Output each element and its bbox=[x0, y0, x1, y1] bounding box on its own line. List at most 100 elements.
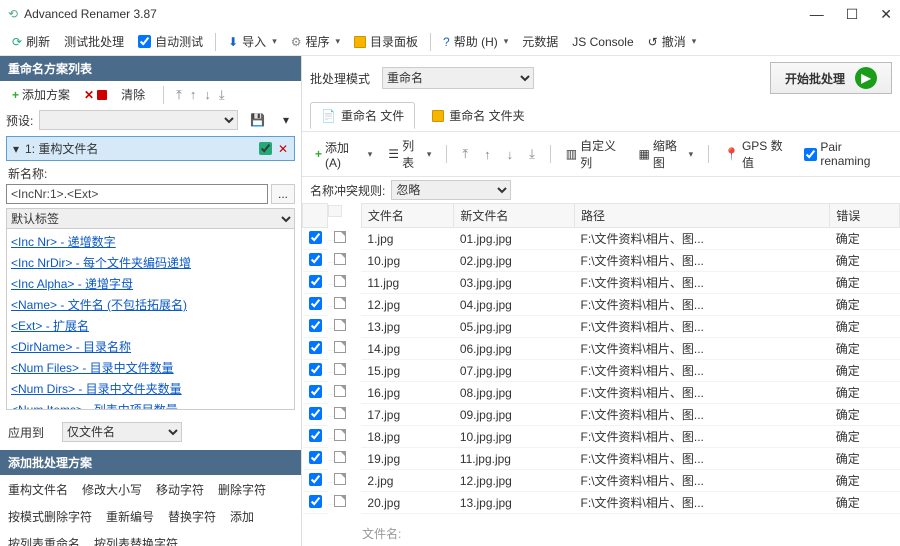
row-check[interactable] bbox=[309, 319, 322, 332]
row-check[interactable] bbox=[309, 341, 322, 354]
autotest-check[interactable] bbox=[138, 35, 151, 48]
newname-input[interactable] bbox=[6, 184, 268, 204]
row-check[interactable] bbox=[309, 231, 322, 244]
scheme-item[interactable]: 重新编号 bbox=[106, 508, 154, 525]
list-up-icon[interactable]: ↑ bbox=[479, 145, 496, 164]
table-row[interactable]: 12.jpg04.jpg.jpgF:\文件资料\相片、图...确定 bbox=[303, 294, 900, 316]
tag-link[interactable]: <Num Files> - 目录中文件数量 bbox=[11, 357, 290, 378]
program-button[interactable]: ⚙程序▾ bbox=[285, 31, 346, 52]
tab-folders[interactable]: 重命名 文件夹 bbox=[421, 102, 535, 129]
scheme-item[interactable]: 修改大小写 bbox=[82, 481, 142, 498]
table-row[interactable]: 19.jpg11.jpg.jpgF:\文件资料\相片、图...确定 bbox=[303, 448, 900, 470]
jsconsole-button[interactable]: JS Console bbox=[566, 33, 639, 51]
tag-link[interactable]: <Ext> - 扩展名 bbox=[11, 315, 290, 336]
columns-button[interactable]: ▥ 自定义列 bbox=[561, 135, 628, 173]
newname-browse-button[interactable]: ... bbox=[271, 184, 295, 204]
table-row[interactable]: 20.jpg13.jpg.jpgF:\文件资料\相片、图...确定 bbox=[303, 492, 900, 514]
tag-link[interactable]: <Inc Nr> - 递增数字 bbox=[11, 231, 290, 252]
meta-button[interactable]: 元数据 bbox=[516, 31, 564, 52]
move-up-icon[interactable]: ↑ bbox=[190, 87, 197, 102]
preset-save-icon[interactable]: 💾 bbox=[244, 111, 271, 129]
minimize-button[interactable]: — bbox=[810, 6, 824, 23]
row-check[interactable] bbox=[309, 473, 322, 486]
row-check[interactable] bbox=[309, 297, 322, 310]
col-path[interactable]: 路径 bbox=[575, 204, 830, 228]
tags-category-select[interactable]: 默认标签 bbox=[7, 209, 294, 229]
scheme-item[interactable]: 添加 bbox=[230, 508, 254, 525]
scheme-item[interactable]: 按列表替换字符 bbox=[94, 535, 178, 546]
row-check[interactable] bbox=[309, 451, 322, 464]
maximize-button[interactable]: ☐ bbox=[846, 6, 859, 23]
thumbs-button[interactable]: ▦ 缩略图▾ bbox=[634, 135, 699, 173]
undo-button[interactable]: ↺撤消▾ bbox=[642, 31, 703, 52]
method-enabled-check[interactable] bbox=[259, 142, 272, 155]
table-row[interactable]: 16.jpg08.jpg.jpgF:\文件资料\相片、图...确定 bbox=[303, 382, 900, 404]
table-row[interactable]: 10.jpg02.jpg.jpgF:\文件资料\相片、图...确定 bbox=[303, 250, 900, 272]
move-down-icon[interactable]: ↓ bbox=[204, 87, 211, 102]
preset-select[interactable] bbox=[39, 110, 238, 130]
scheme-item[interactable]: 替换字符 bbox=[168, 508, 216, 525]
gps-button[interactable]: 📍GPS 数值 bbox=[719, 135, 793, 173]
tag-link[interactable]: <DirName> - 目录名称 bbox=[11, 336, 290, 357]
app-icon: ⟲ bbox=[8, 7, 18, 21]
file-icon bbox=[334, 451, 346, 463]
close-button[interactable]: ✕ bbox=[880, 6, 892, 23]
add-method-button[interactable]: +添加方案 bbox=[6, 84, 76, 105]
start-batch-button[interactable]: 开始批处理 ▶ bbox=[770, 62, 892, 94]
pair-renaming-check[interactable]: Pair renaming bbox=[799, 138, 892, 170]
scheme-item[interactable]: 按列表重命名 bbox=[8, 535, 80, 546]
tag-link[interactable]: <Name> - 文件名 (不包括拓展名) bbox=[11, 294, 290, 315]
table-row[interactable]: 11.jpg03.jpg.jpgF:\文件资料\相片、图...确定 bbox=[303, 272, 900, 294]
scheme-item[interactable]: 按模式删除字符 bbox=[8, 508, 92, 525]
move-bottom-icon[interactable]: ⤓ bbox=[219, 87, 225, 103]
row-check[interactable] bbox=[309, 495, 322, 508]
clear-button[interactable]: 清除 bbox=[115, 84, 151, 105]
row-check[interactable] bbox=[309, 275, 322, 288]
list-top-icon[interactable]: ⤒ bbox=[457, 144, 473, 164]
conflict-select[interactable]: 忽略 bbox=[391, 180, 511, 200]
applyto-select[interactable]: 仅文件名 bbox=[62, 422, 182, 442]
table-row[interactable]: 2.jpg12.jpg.jpgF:\文件资料\相片、图...确定 bbox=[303, 470, 900, 492]
row-check[interactable] bbox=[309, 407, 322, 420]
col-filename[interactable]: 文件名 bbox=[361, 204, 453, 228]
autotest-button[interactable]: 自动测试 bbox=[132, 31, 209, 52]
scheme-item[interactable]: 重构文件名 bbox=[8, 481, 68, 498]
row-check[interactable] bbox=[309, 253, 322, 266]
tag-link[interactable]: <Inc NrDir> - 每个文件夹编码递增 bbox=[11, 252, 290, 273]
table-row[interactable]: 15.jpg07.jpg.jpgF:\文件资料\相片、图...确定 bbox=[303, 360, 900, 382]
test-batch-button[interactable]: 测试批处理 bbox=[58, 31, 130, 52]
col-error[interactable]: 错误 bbox=[830, 204, 900, 228]
table-row[interactable]: 1.jpg01.jpg.jpgF:\文件资料\相片、图...确定 bbox=[303, 228, 900, 250]
mode-select[interactable]: 重命名 bbox=[382, 67, 534, 89]
list-button[interactable]: ☰ 列表▾ bbox=[383, 135, 436, 173]
row-check[interactable] bbox=[309, 385, 322, 398]
collapse-icon[interactable]: ▾ bbox=[13, 142, 19, 156]
move-top-icon[interactable]: ⤒ bbox=[176, 87, 182, 103]
preset-more-icon[interactable]: ▾ bbox=[277, 111, 295, 129]
method-item[interactable]: ▾ 1: 重构文件名 ✕ bbox=[6, 136, 295, 161]
table-row[interactable]: 14.jpg06.jpg.jpgF:\文件资料\相片、图...确定 bbox=[303, 338, 900, 360]
refresh-button[interactable]: ⟳刷新 bbox=[6, 31, 56, 52]
row-check[interactable] bbox=[309, 429, 322, 442]
tag-link[interactable]: <Num Dirs> - 目录中文件夹数量 bbox=[11, 378, 290, 399]
scheme-item[interactable]: 移动字符 bbox=[156, 481, 204, 498]
col-newname[interactable]: 新文件名 bbox=[454, 204, 575, 228]
scheme-item[interactable]: 删除字符 bbox=[218, 481, 266, 498]
add-files-button[interactable]: +添加 (A)▾ bbox=[310, 137, 377, 172]
list-down-icon[interactable]: ↓ bbox=[502, 145, 519, 164]
method-close-icon[interactable]: ✕ bbox=[278, 142, 288, 156]
table-row[interactable]: 17.jpg09.jpg.jpgF:\文件资料\相片、图...确定 bbox=[303, 404, 900, 426]
tab-files[interactable]: 📄重命名 文件 bbox=[310, 102, 415, 129]
help-button[interactable]: ?帮助 (H)▾ bbox=[437, 31, 514, 52]
remove-method-button[interactable]: ✕ bbox=[84, 88, 107, 102]
row-check[interactable] bbox=[309, 363, 322, 376]
list-bottom-icon[interactable]: ⤓ bbox=[524, 144, 540, 164]
table-row[interactable]: 18.jpg10.jpg.jpgF:\文件资料\相片、图...确定 bbox=[303, 426, 900, 448]
folderpanel-button[interactable]: 目录面板 bbox=[348, 31, 424, 52]
tag-link[interactable]: <Inc Alpha> - 递增字母 bbox=[11, 273, 290, 294]
file-grid[interactable]: 文件名 新文件名 路径 错误 1.jpg01.jpg.jpgF:\文件资料\相片… bbox=[302, 203, 900, 514]
tag-link[interactable]: <Num Items> - 列表中项目数量 bbox=[11, 399, 290, 409]
file-icon bbox=[334, 363, 346, 375]
table-row[interactable]: 13.jpg05.jpg.jpgF:\文件资料\相片、图...确定 bbox=[303, 316, 900, 338]
import-button[interactable]: ⬇导入▾ bbox=[222, 31, 283, 52]
